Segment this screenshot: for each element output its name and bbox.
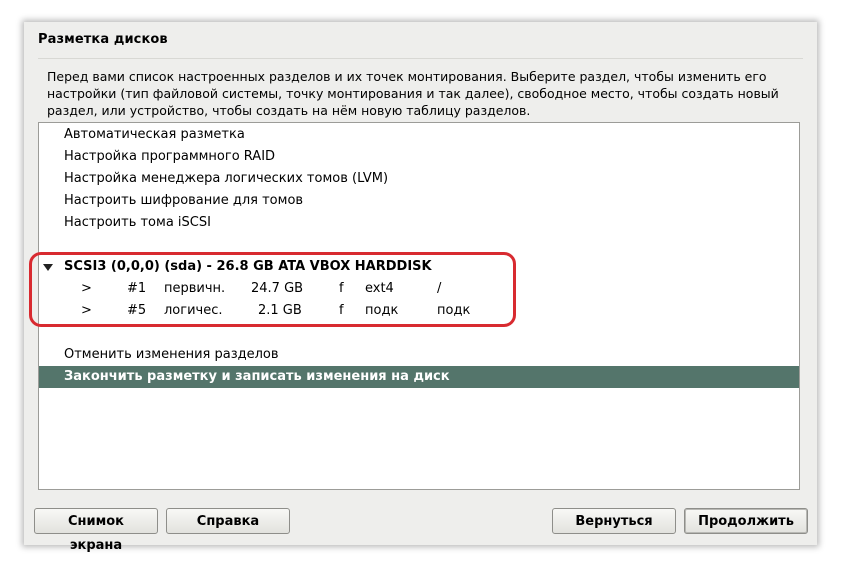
partition-arrow-icon: > [81,281,92,296]
option-label: Настроить тома iSCSI [64,215,211,230]
option-encryption[interactable]: Настроить шифрование для томов [39,190,799,212]
option-undo-changes[interactable]: Отменить изменения разделов [39,344,799,366]
option-iscsi[interactable]: Настроить тома iSCSI [39,212,799,234]
partition-fs: подк [365,303,399,318]
option-finish-partitioning[interactable]: Закончить разметку и записать изменения … [39,366,799,388]
screenshot-button[interactable]: Снимок экрана [34,508,158,553]
partition-flag: f [339,281,344,296]
partition-mount: подк [437,303,471,318]
description: Перед вами список настроенных разделов и… [47,68,787,119]
disk-label: SCSI3 (0,0,0) (sda) - 26.8 GB ATA VBOX H… [64,259,432,274]
option-lvm[interactable]: Настройка менеджера логических томов (LV… [39,168,799,190]
partition-number: #5 [127,303,147,318]
option-software-raid[interactable]: Настройка программного RAID [39,146,799,168]
partition-mount: / [437,281,442,296]
option-auto-partition[interactable]: Автоматическая разметка [39,124,799,146]
partition-disks-window: Разметка дисков Перед вами список настро… [24,22,817,553]
partition-arrow-icon: > [81,303,92,318]
partition-type: первичн. [164,281,226,296]
option-label: Закончить разметку и записать изменения … [64,369,450,384]
partition-row[interactable]: > #5 логичес. 2.1 GB f подк подк [39,300,799,322]
partition-fs: ext4 [365,281,394,296]
page-title: Разметка дисков [38,32,168,47]
option-label: Настройка программного RAID [64,149,276,164]
back-button[interactable]: Вернуться [552,508,676,534]
expand-triangle-icon [43,264,53,271]
partition-size: 24.7 GB [251,281,304,296]
disk-sda-row[interactable]: SCSI3 (0,0,0) (sda) - 26.8 GB ATA VBOX H… [39,256,799,278]
option-label: Настройка менеджера логических томов (LV… [64,171,389,186]
partition-number: #1 [127,281,147,296]
option-label: Отменить изменения разделов [64,347,279,362]
partition-type: логичес. [164,303,223,318]
continue-button[interactable]: Продолжить [684,508,808,534]
partition-flag: f [339,303,344,318]
partition-list[interactable]: Автоматическая разметка Настройка програ… [38,122,800,490]
description-line-1: Перед вами список настроенных разделов и… [47,69,767,84]
description-line-2: настройки (тип файловой системы, точку м… [47,86,779,101]
partition-row[interactable]: > #1 первичн. 24.7 GB f ext4 / [39,278,799,300]
help-button[interactable]: Справка [166,508,290,534]
description-line-3: раздел, или устройство, чтобы создать на… [47,103,531,118]
header-divider [38,58,803,59]
partition-size: 2.1 GB [258,303,302,318]
option-label: Автоматическая разметка [64,127,245,142]
option-label: Настроить шифрование для томов [64,193,304,208]
